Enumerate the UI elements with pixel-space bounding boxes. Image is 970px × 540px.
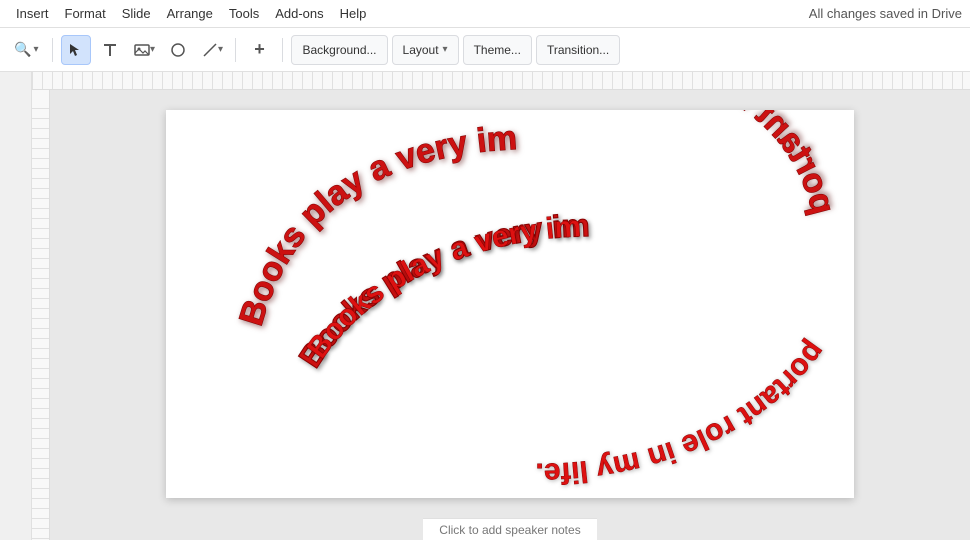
- slide-editor[interactable]: Books play a very im Books play a very i…: [50, 90, 970, 540]
- svg-text:Books play a very im: Books play a very im: [232, 119, 518, 330]
- speaker-notes-placeholder: Click to add speaker notes: [439, 523, 580, 537]
- text-icon: [102, 42, 118, 58]
- save-status: All changes saved in Drive: [809, 6, 962, 21]
- layout-label: Layout: [403, 43, 439, 57]
- editor-area: Books play a very im Books play a very i…: [32, 72, 970, 540]
- theme-button[interactable]: Theme...: [463, 35, 532, 65]
- menu-slide[interactable]: Slide: [114, 4, 159, 23]
- slide-panel: [0, 72, 32, 540]
- line-chevron: ▾: [218, 44, 223, 55]
- transition-button[interactable]: Transition...: [536, 35, 620, 65]
- image-chevron: ▾: [150, 44, 155, 55]
- insert-btn[interactable]: +: [244, 35, 274, 65]
- shape-tool-btn[interactable]: [163, 35, 193, 65]
- menu-help[interactable]: Help: [332, 4, 375, 23]
- cursor-tool-btn[interactable]: [61, 35, 91, 65]
- text-tool-btn[interactable]: [95, 35, 125, 65]
- toolbar-divider-1: [52, 38, 53, 62]
- toolbar: 🔍 ▾ ▾ ▾ +: [0, 28, 970, 72]
- menu-tools[interactable]: Tools: [221, 4, 267, 23]
- line-icon: [202, 42, 218, 58]
- shape-icon: [170, 42, 186, 58]
- ruler-vertical: [32, 90, 50, 540]
- image-tool-btn[interactable]: ▾: [129, 35, 159, 65]
- slide-panel-ruler: [0, 72, 31, 540]
- slide-canvas[interactable]: Books play a very im Books play a very i…: [166, 110, 854, 498]
- slide-text-area[interactable]: Books play a very im Books play a very i…: [166, 110, 854, 498]
- ruler-v-ticks: [32, 108, 49, 540]
- speaker-notes[interactable]: Click to add speaker notes: [423, 518, 596, 540]
- toolbar-divider-3: [282, 38, 283, 62]
- cursor-icon: [68, 42, 84, 58]
- slide-canvas-wrapper: Books play a very im Books play a very i…: [50, 90, 970, 518]
- image-icon: [134, 42, 150, 58]
- zoom-icon: 🔍: [14, 41, 31, 58]
- menu-bar: Insert Format Slide Arrange Tools Add-on…: [0, 0, 970, 28]
- menu-arrange[interactable]: Arrange: [159, 4, 221, 23]
- main-area: Books play a very im Books play a very i…: [0, 72, 970, 540]
- plus-icon: +: [254, 39, 265, 60]
- menu-insert[interactable]: Insert: [8, 4, 57, 23]
- background-button[interactable]: Background...: [291, 35, 387, 65]
- editor-body: Books play a very im Books play a very i…: [32, 90, 970, 540]
- line-tool-btn[interactable]: ▾: [197, 35, 227, 65]
- menu-addons[interactable]: Add-ons: [267, 4, 331, 23]
- zoom-control[interactable]: 🔍 ▾: [8, 39, 44, 60]
- toolbar-divider-2: [235, 38, 236, 62]
- svg-text:portant role in my life.: portant role in my life.: [528, 110, 842, 218]
- ruler-h-ticks: [32, 72, 970, 89]
- layout-chevron-icon: ▾: [443, 44, 448, 55]
- menu-format[interactable]: Format: [57, 4, 114, 23]
- zoom-chevron: ▾: [33, 44, 38, 55]
- ruler-horizontal: [32, 72, 970, 90]
- layout-button[interactable]: Layout ▾: [392, 35, 459, 65]
- slide-main-svg: .slide-text { font-family: Arial Black, …: [166, 110, 854, 498]
